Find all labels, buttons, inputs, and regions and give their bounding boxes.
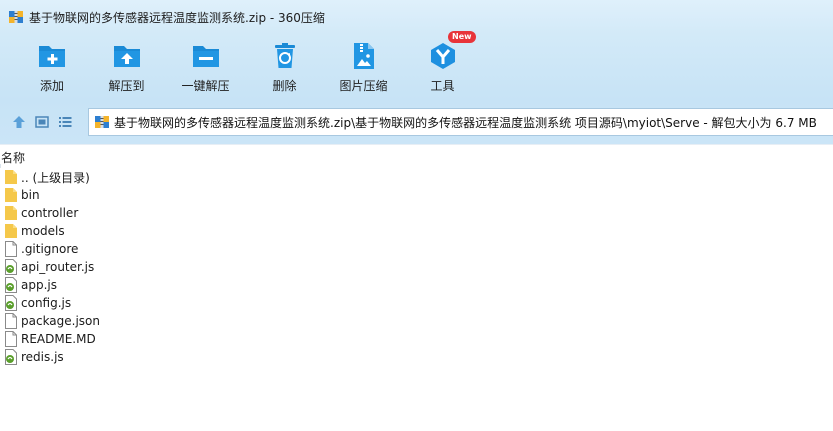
js-file-icon xyxy=(5,259,17,275)
path-text: 基于物联网的多传感器远程温度监测系统.zip\基于物联网的多传感器远程温度监测系… xyxy=(114,115,817,130)
image-compress-button[interactable]: 图片压缩 xyxy=(324,34,403,100)
file-name: .gitignore xyxy=(21,242,79,256)
folder-icon xyxy=(5,188,17,202)
js-file-icon xyxy=(5,349,17,365)
extract-to-icon xyxy=(113,46,140,67)
file-name: README.MD xyxy=(21,332,96,346)
file-name: app.js xyxy=(21,278,57,292)
extract-to-button[interactable]: 解压到 xyxy=(87,34,166,100)
delete-label: 删除 xyxy=(272,79,297,93)
image-compress-label: 图片压缩 xyxy=(339,79,388,93)
one-click-extract-icon xyxy=(192,46,219,67)
delete-icon xyxy=(274,43,295,68)
tools-button[interactable]: New 工具 xyxy=(403,31,482,100)
js-file-icon xyxy=(5,277,17,293)
list-item[interactable]: config.js xyxy=(0,294,833,312)
list-item[interactable]: package.json xyxy=(0,312,833,330)
list-item[interactable]: README.MD xyxy=(0,330,833,348)
file-name: controller xyxy=(21,206,79,220)
list-item[interactable]: bin xyxy=(0,186,833,204)
view-thumbnail-icon[interactable] xyxy=(35,115,49,129)
tools-label: 工具 xyxy=(430,79,455,93)
folder-icon xyxy=(5,170,17,184)
file-name: api_router.js xyxy=(21,260,95,274)
up-icon[interactable] xyxy=(12,115,26,129)
file-name: package.json xyxy=(21,314,101,328)
list-item[interactable]: .gitignore xyxy=(0,240,833,258)
list-item[interactable]: models xyxy=(0,222,833,240)
list-item[interactable]: redis.js xyxy=(0,348,833,366)
add-button[interactable]: 添加 xyxy=(17,34,87,100)
file-list: .. (上级目录) bin controller models .gitigno… xyxy=(0,168,833,431)
toolbar: 添加 解压到 一键解压 删除 图片压缩 New 工具 xyxy=(0,31,833,100)
file-name: config.js xyxy=(21,296,72,310)
list-item[interactable]: controller xyxy=(0,204,833,222)
window-title: 基于物联网的多传感器远程温度监测系统.zip - 360压缩 xyxy=(29,10,325,25)
js-file-icon xyxy=(5,295,17,311)
view-list-icon[interactable] xyxy=(58,115,72,129)
add-label: 添加 xyxy=(39,79,64,93)
file-name: models xyxy=(21,224,65,238)
list-item[interactable]: app.js xyxy=(0,276,833,294)
name-column-header[interactable]: 名称 xyxy=(1,149,25,166)
file-icon xyxy=(5,331,17,347)
file-icon xyxy=(5,313,17,329)
file-icon xyxy=(5,241,17,257)
list-item-parent-dir[interactable]: .. (上级目录) xyxy=(0,168,833,186)
folder-icon xyxy=(5,206,17,220)
image-compress-icon xyxy=(353,43,374,69)
title-bar: 基于物联网的多传感器远程温度监测系统.zip - 360压缩 xyxy=(0,0,833,34)
file-name: .. (上级目录) xyxy=(21,170,90,185)
column-header[interactable]: 名称 xyxy=(0,144,833,166)
list-item[interactable]: api_router.js xyxy=(0,258,833,276)
extract-to-label: 解压到 xyxy=(108,79,145,93)
archive-icon xyxy=(9,11,23,23)
path-field[interactable]: 基于物联网的多传感器远程温度监测系统.zip\基于物联网的多传感器远程温度监测系… xyxy=(88,108,833,136)
delete-button[interactable]: 删除 xyxy=(245,34,324,100)
tools-icon xyxy=(430,43,455,69)
one-click-extract-button[interactable]: 一键解压 xyxy=(166,34,245,100)
one-click-extract-label: 一键解压 xyxy=(181,79,230,93)
file-name: bin xyxy=(21,188,40,202)
file-name: redis.js xyxy=(21,350,64,364)
archive-icon xyxy=(95,116,109,128)
new-badge: New xyxy=(448,31,476,43)
folder-icon xyxy=(5,224,17,238)
add-icon xyxy=(39,46,65,67)
address-bar: 基于物联网的多传感器远程温度监测系统.zip\基于物联网的多传感器远程温度监测系… xyxy=(0,100,833,144)
